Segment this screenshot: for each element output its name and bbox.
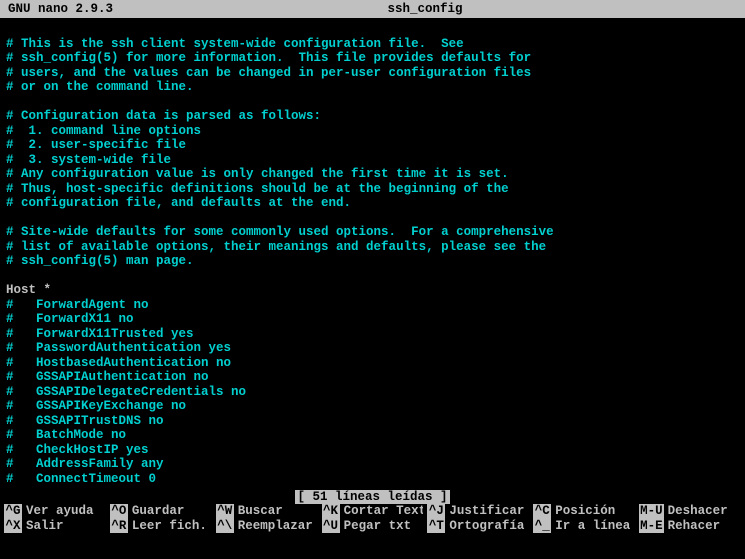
editor-line — [6, 269, 739, 284]
shortcut-item[interactable]: M-E Rehacer — [639, 519, 741, 533]
shortcut-key: ^O — [110, 504, 128, 518]
titlebar: GNU nano 2.9.3 ssh_config — [0, 0, 745, 18]
shortcut-key: ^_ — [533, 519, 551, 533]
editor-line: # Thus, host-specific definitions should… — [6, 182, 739, 197]
editor-line — [6, 95, 739, 110]
shortcut-key: ^X — [4, 519, 22, 533]
shortcut-item[interactable]: ^T Ortografía — [427, 519, 529, 533]
shortcut-label: Leer fich. — [132, 519, 207, 533]
shortcut-item[interactable]: ^W Buscar — [216, 504, 318, 518]
host-line: Host * — [6, 283, 739, 298]
editor-line: # 2. user-specific file — [6, 138, 739, 153]
editor-line: # list of available options, their meani… — [6, 240, 739, 255]
editor-line: # PasswordAuthentication yes — [6, 341, 739, 356]
shortcut-key: ^W — [216, 504, 234, 518]
editor-line: # configuration file, and defaults at th… — [6, 196, 739, 211]
shortcut-label: Guardar — [132, 504, 185, 518]
shortcut-label: Reemplazar — [238, 519, 313, 533]
shortcut-key: ^U — [322, 519, 340, 533]
editor-line: # HostbasedAuthentication no — [6, 356, 739, 371]
editor-line: # Configuration data is parsed as follow… — [6, 109, 739, 124]
app-name: GNU nano 2.9.3 — [8, 2, 113, 16]
editor-line: # CheckHostIP yes — [6, 443, 739, 458]
filename: ssh_config — [113, 2, 737, 16]
shortcuts-bar: ^G Ver ayuda ^O Guardar ^W Buscar ^K Cortar Tex… — [0, 504, 745, 533]
status-message: [ 51 líneas leídas ] — [295, 490, 449, 504]
shortcut-item[interactable]: ^_ Ir a línea — [533, 519, 635, 533]
editor-line: # 1. command line options — [6, 124, 739, 139]
editor-line: # 3. system-wide file — [6, 153, 739, 168]
shortcut-item[interactable]: ^X Salir — [4, 519, 106, 533]
status-bar: [ 51 líneas leídas ] — [0, 490, 745, 504]
editor-line: # GSSAPIKeyExchange no — [6, 399, 739, 414]
shortcut-label: Buscar — [238, 504, 283, 518]
shortcut-label: Salir — [26, 519, 64, 533]
shortcut-item[interactable]: M-U Deshacer — [639, 504, 741, 518]
editor-line: # ssh_config(5) man page. — [6, 254, 739, 269]
shortcut-item[interactable]: ^O Guardar — [110, 504, 212, 518]
editor-line: # ForwardAgent no — [6, 298, 739, 313]
editor-line: # ForwardX11 no — [6, 312, 739, 327]
editor-line: # AddressFamily any — [6, 457, 739, 472]
shortcut-key: M-U — [639, 504, 664, 518]
shortcut-label: Justificar — [449, 504, 524, 518]
shortcut-label: Rehacer — [668, 519, 721, 533]
shortcut-label: Posición — [555, 504, 615, 518]
shortcut-item[interactable]: ^C Posición — [533, 504, 635, 518]
editor-line: # users, and the values can be changed i… — [6, 66, 739, 81]
shortcut-item[interactable]: ^R Leer fich. — [110, 519, 212, 533]
editor-line: # GSSAPITrustDNS no — [6, 414, 739, 429]
shortcut-key: ^C — [533, 504, 551, 518]
editor-line: # ssh_config(5) for more information. Th… — [6, 51, 739, 66]
editor-line: # Site-wide defaults for some commonly u… — [6, 225, 739, 240]
editor-line: # GSSAPIDelegateCredentials no — [6, 385, 739, 400]
shortcut-label: Ver ayuda — [26, 504, 94, 518]
shortcut-label: Ir a línea — [555, 519, 630, 533]
shortcut-label: Pegar txt — [344, 519, 412, 533]
shortcut-key: ^R — [110, 519, 128, 533]
shortcut-key: ^K — [322, 504, 340, 518]
shortcut-key: ^\ — [216, 519, 234, 533]
shortcut-key: M-E — [639, 519, 664, 533]
shortcut-key: ^J — [427, 504, 445, 518]
editor-line — [6, 211, 739, 226]
shortcut-item[interactable]: ^G Ver ayuda — [4, 504, 106, 518]
editor-line: # GSSAPIAuthentication no — [6, 370, 739, 385]
editor-line: # Any configuration value is only change… — [6, 167, 739, 182]
editor-line: # BatchMode no — [6, 428, 739, 443]
shortcut-item[interactable]: ^\ Reemplazar — [216, 519, 318, 533]
shortcut-key: ^G — [4, 504, 22, 518]
editor-line: # This is the ssh client system-wide con… — [6, 37, 739, 52]
editor-line: # ForwardX11Trusted yes — [6, 327, 739, 342]
shortcut-label: Cortar Text — [344, 504, 424, 518]
shortcut-item[interactable]: ^J Justificar — [427, 504, 529, 518]
shortcut-label: Ortografía — [449, 519, 524, 533]
editor-line: # or on the command line. — [6, 80, 739, 95]
shortcut-item[interactable]: ^K Cortar Text — [322, 504, 424, 518]
editor-content[interactable]: # This is the ssh client system-wide con… — [0, 18, 745, 490]
shortcut-key: ^T — [427, 519, 445, 533]
editor-line — [6, 22, 739, 37]
shortcut-label: Deshacer — [668, 504, 728, 518]
editor-line: # ConnectTimeout 0 — [6, 472, 739, 487]
shortcut-item[interactable]: ^U Pegar txt — [322, 519, 424, 533]
